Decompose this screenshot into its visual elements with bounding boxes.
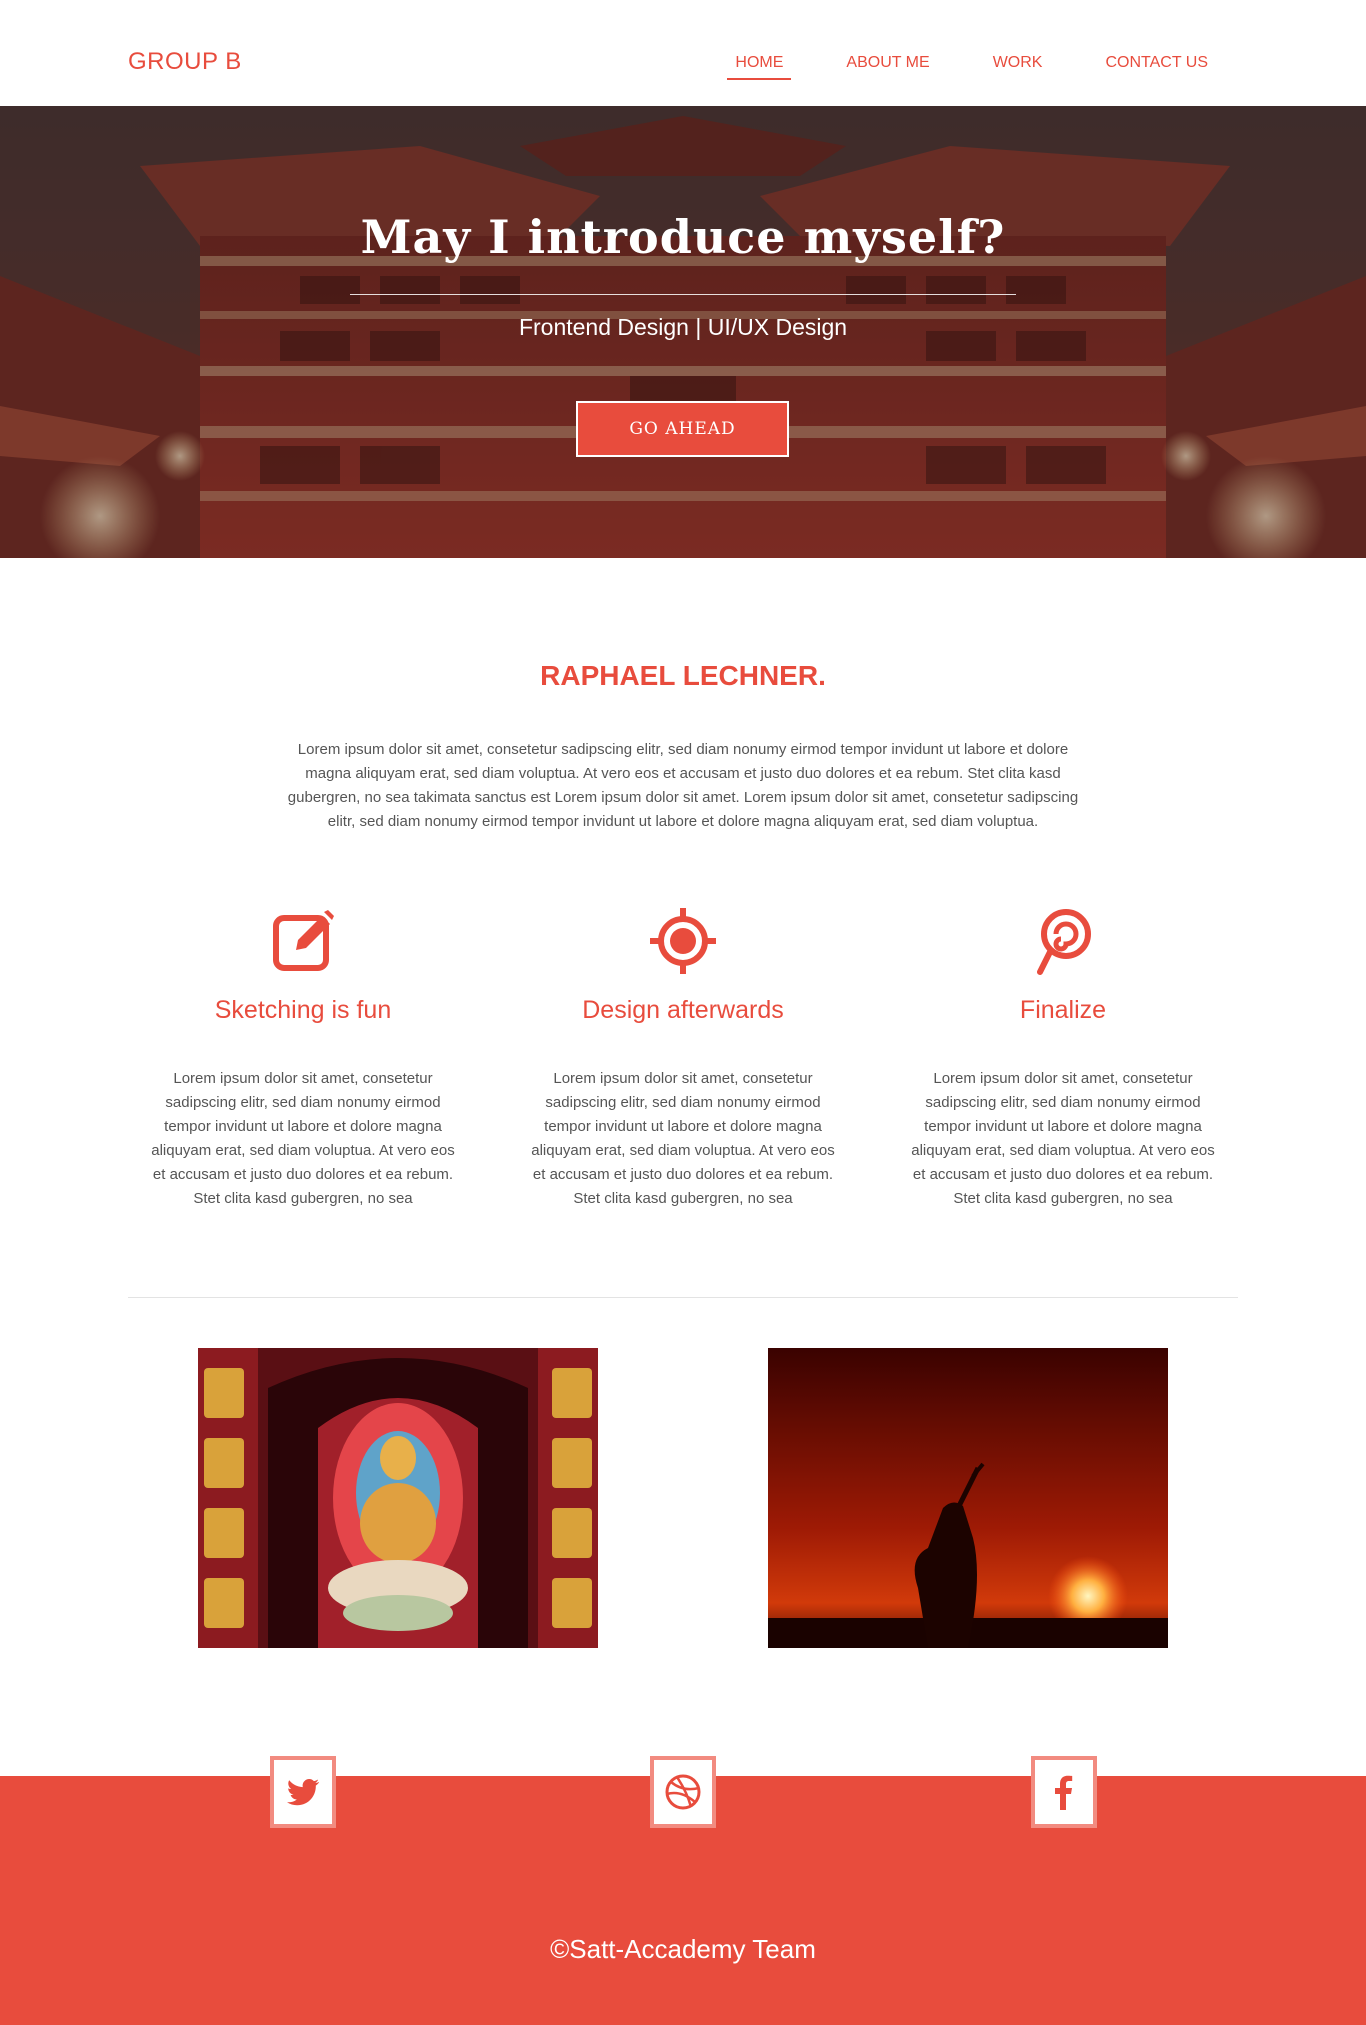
nav-item-about-me[interactable]: ABOUT ME bbox=[838, 54, 937, 80]
hero-subtitle: Frontend Design | UI/UX Design bbox=[518, 314, 848, 340]
sunset-silhouette-image bbox=[768, 1348, 1168, 1648]
about-title: RAPHAEL LECHNER. bbox=[540, 660, 826, 691]
main-nav: HOME ABOUT ME WORK CONTACT US bbox=[680, 54, 1216, 80]
nav-item-work[interactable]: WORK bbox=[985, 54, 1051, 80]
edit-icon bbox=[268, 906, 338, 976]
feature-title: Sketching is fun bbox=[214, 996, 392, 1024]
feature-text: Lorem ipsum dolor sit amet, consetetur s… bbox=[911, 1070, 1215, 1207]
about-text: Lorem ipsum dolor sit amet, consetetur s… bbox=[287, 741, 1079, 830]
feature-text: Lorem ipsum dolor sit amet, consetetur s… bbox=[151, 1070, 455, 1207]
feature-title: Finalize bbox=[1019, 996, 1107, 1024]
gallery-image-buddha[interactable] bbox=[198, 1348, 598, 1648]
twitter-icon bbox=[287, 1779, 320, 1806]
feature-sketching: Sketching is fun Lorem ipsum dolor sit a… bbox=[148, 906, 458, 1211]
twitter-button[interactable] bbox=[270, 1756, 336, 1828]
dribbble-icon bbox=[665, 1774, 701, 1810]
facebook-button[interactable] bbox=[1031, 1756, 1097, 1828]
site-header: GROUP B HOME ABOUT ME WORK CONTACT US bbox=[0, 0, 1366, 106]
nav-item-home[interactable]: HOME bbox=[727, 54, 792, 80]
facebook-icon bbox=[1055, 1775, 1073, 1810]
section-divider bbox=[128, 1297, 1238, 1298]
dribbble-button[interactable] bbox=[650, 1756, 716, 1828]
lollipop-icon bbox=[1028, 906, 1098, 976]
hero-divider bbox=[350, 294, 1016, 295]
hero-title: May I introduce myself? bbox=[360, 210, 1006, 264]
nav-item-contact-us[interactable]: CONTACT US bbox=[1097, 54, 1216, 80]
go-ahead-button[interactable]: GO AHEAD bbox=[576, 401, 789, 457]
feature-finalize: Finalize Lorem ipsum dolor sit amet, con… bbox=[908, 906, 1218, 1211]
gallery-image-sunset[interactable] bbox=[768, 1348, 1168, 1648]
footer-copyright: ©Satt-Accademy Team bbox=[550, 1934, 816, 1964]
buddha-statue-image bbox=[198, 1348, 598, 1648]
crosshair-icon bbox=[648, 906, 718, 976]
feature-text: Lorem ipsum dolor sit amet, consetetur s… bbox=[531, 1070, 835, 1207]
feature-design: Design afterwards Lorem ipsum dolor sit … bbox=[528, 906, 838, 1211]
feature-title: Design afterwards bbox=[582, 996, 784, 1024]
site-logo[interactable]: GROUP B bbox=[128, 48, 242, 76]
